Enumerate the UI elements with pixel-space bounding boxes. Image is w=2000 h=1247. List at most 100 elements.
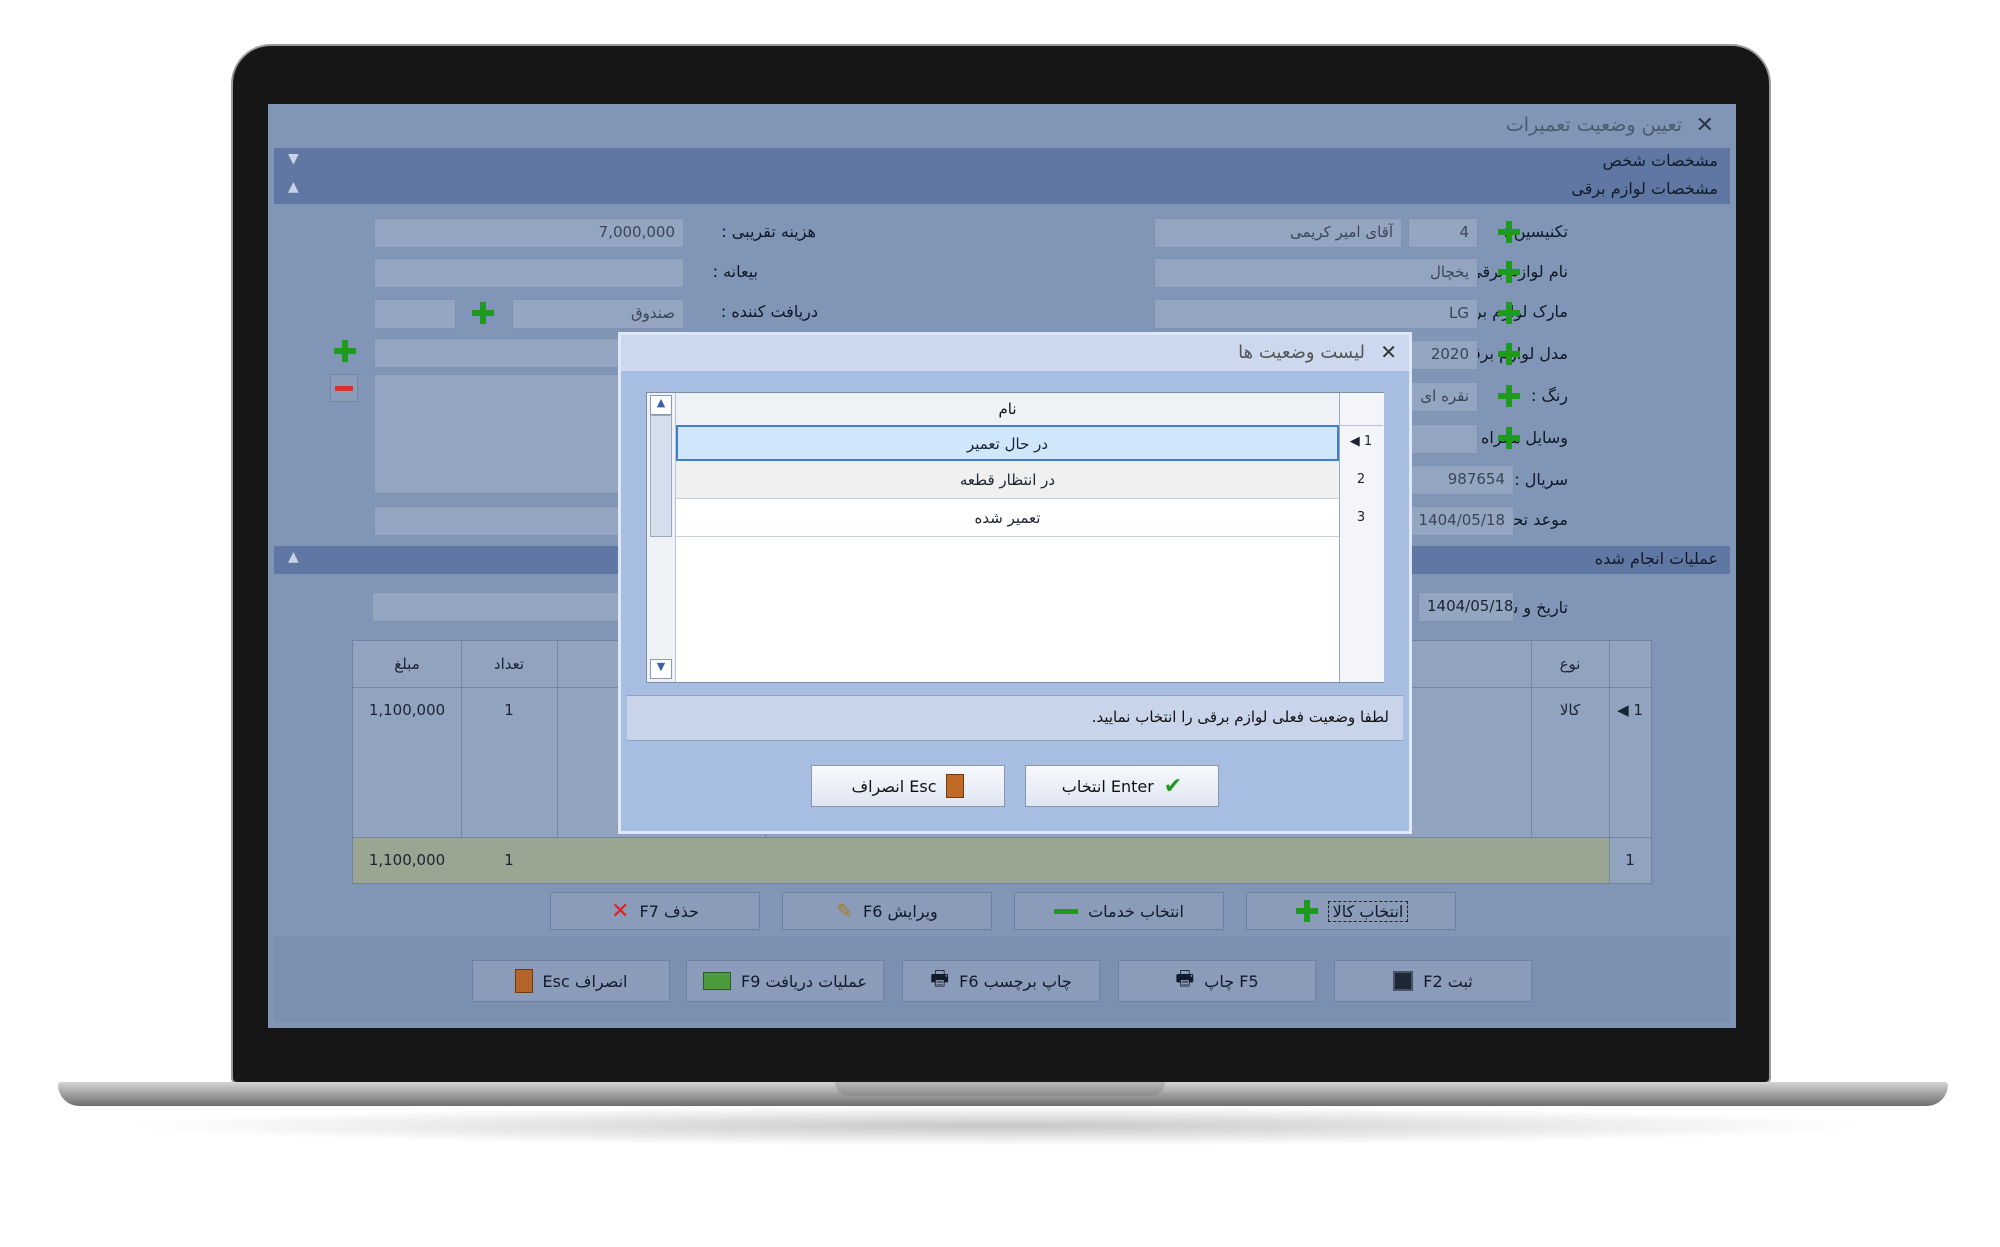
select-goods-button[interactable]: انتخاب کالا — [1246, 892, 1456, 930]
col-amount-header[interactable]: مبلغ — [353, 655, 461, 673]
edit-button[interactable]: ویرایش F6 ✎ — [782, 892, 992, 930]
dialog-titlebar: ✕ لیست وضعیت ها — [621, 335, 1409, 371]
status-row[interactable]: در انتظار قطعه — [676, 461, 1339, 499]
status-row[interactable]: تعمیر شده — [676, 499, 1339, 537]
deposit-field[interactable] — [374, 258, 684, 288]
col-qty-header[interactable]: تعداد — [461, 655, 557, 673]
pencil-icon: ✎ — [836, 899, 853, 923]
chevron-down-icon[interactable]: ▼ — [288, 151, 299, 167]
section-appliance[interactable]: مشخصات لوازم برقی ▲ — [274, 176, 1730, 204]
row-index: 2 — [1356, 472, 1366, 487]
row-index-value: 1 — [1633, 701, 1643, 719]
window-title: تعیین وضعیت تعمیرات — [1505, 114, 1682, 136]
dialog-cancel-button[interactable]: انصراف Esc — [811, 765, 1005, 807]
color-label: رنگ : — [1531, 386, 1568, 405]
scroll-thumb[interactable] — [650, 415, 672, 537]
deposit-label: بیعانه : — [712, 262, 758, 281]
dialog-cancel-label: انصراف Esc — [851, 776, 937, 796]
register-datetime-field[interactable]: 1404/05/18 — [1418, 592, 1514, 622]
grid-col-divider — [1609, 641, 1610, 883]
print-label-label: چاپ برچسب F6 — [959, 971, 1072, 991]
checkmark-icon: ✔ — [1163, 773, 1183, 799]
floppy-icon — [1393, 971, 1414, 991]
footer-index: 1 — [1625, 851, 1635, 869]
indicator-divider — [1339, 425, 1383, 426]
scroll-down-icon[interactable]: ▼ — [650, 659, 672, 679]
row-index: ◀ 1 — [1617, 701, 1643, 719]
dialog-select-button[interactable]: انتخاب Enter ✔ — [1025, 765, 1219, 807]
dialog-message: لطفا وضعیت فعلی لوازم برقی را انتخاب نما… — [1091, 708, 1389, 726]
add-color-icon[interactable] — [1496, 383, 1522, 409]
estimated-cost-field[interactable]: 7,000,000 — [374, 218, 684, 248]
row-index: 3 — [1356, 510, 1366, 525]
add-appliance-name-icon[interactable] — [1496, 259, 1522, 285]
add-accessory-icon[interactable] — [1496, 425, 1522, 451]
printer-icon: 🖶 — [930, 966, 950, 990]
table-footer: 1,100,000 1 — [353, 838, 1609, 883]
plus-icon — [1294, 899, 1318, 923]
status-row-selected[interactable]: در حال تعمیر — [676, 425, 1339, 461]
scrollbar[interactable]: ▲ ▼ — [647, 393, 676, 682]
laptop-notch — [835, 1082, 1165, 1096]
receive-ops-label: عملیات دریافت F9 — [741, 971, 867, 991]
serial-label: سریال : — [1514, 470, 1568, 489]
add-brand-icon[interactable] — [1496, 300, 1522, 326]
section-person-label: مشخصات شخص — [1602, 151, 1718, 170]
cancel-label: انصراف Esc — [542, 971, 628, 991]
status-name: تعمیر شده — [974, 509, 1041, 527]
door-exit-icon — [514, 969, 533, 993]
row-index: ◀ 1 — [1349, 434, 1373, 449]
technician-name-field[interactable]: آقای امیر کریمی — [1154, 218, 1402, 248]
laptop-shadow — [120, 1106, 1880, 1146]
cancel-button[interactable]: انصراف Esc — [472, 960, 670, 1002]
dialog-message-bar: لطفا وضعیت فعلی لوازم برقی را انتخاب نما… — [627, 695, 1403, 741]
close-icon[interactable]: ✕ — [1696, 113, 1714, 138]
receive-ops-button[interactable]: عملیات دریافت F9 — [686, 960, 884, 1002]
minus-icon — [1054, 908, 1079, 914]
status-name: در انتظار قطعه — [959, 471, 1056, 489]
status-list-dialog: ✕ لیست وضعیت ها ▲ ▼ نام در حال تعمیر ◀ 1 — [618, 332, 1412, 834]
select-services-label: انتخاب خدمات — [1088, 901, 1184, 921]
chevron-up-icon[interactable]: ▲ — [288, 549, 299, 565]
status-name: در حال تعمیر — [966, 435, 1049, 453]
section-appliance-label: مشخصات لوازم برقی — [1571, 179, 1718, 198]
col-type-header[interactable]: نوع — [1531, 655, 1609, 673]
receiver-code-field[interactable] — [374, 299, 456, 329]
save-button[interactable]: ثبت F2 — [1334, 960, 1532, 1002]
technician-code-field[interactable]: 4 — [1408, 218, 1478, 248]
row-amount: 1,100,000 — [368, 701, 446, 719]
dialog-close-icon[interactable]: ✕ — [1380, 340, 1397, 364]
door-exit-icon — [946, 774, 965, 798]
grid-header: نام — [676, 393, 1339, 426]
status-grid[interactable]: ▲ ▼ نام در حال تعمیر ◀ 1 در انتظار قطعه — [646, 392, 1384, 683]
add-technician-icon[interactable] — [1496, 219, 1522, 245]
print-label-button[interactable]: چاپ برچسب F6 🖶 — [902, 960, 1100, 1002]
cash-icon — [703, 972, 732, 990]
dialog-select-label: انتخاب Enter — [1061, 776, 1154, 796]
edit-label: ویرایش F6 — [863, 901, 938, 921]
appliance-name-field[interactable]: یخچال — [1154, 258, 1478, 288]
row-index-value: 1 — [1363, 434, 1373, 449]
print-button[interactable]: F5 چاپ 🖶 — [1118, 960, 1316, 1002]
delete-x-icon: ✕ — [611, 898, 630, 924]
delete-label: حذف F7 — [639, 901, 699, 921]
appliance-brand-field[interactable]: LG — [1154, 299, 1478, 329]
section-operations-label: عملیات انجام شده — [1594, 549, 1718, 568]
col-name-header[interactable]: نام — [676, 400, 1339, 418]
remove-problem-icon[interactable] — [330, 374, 358, 402]
save-label: ثبت F2 — [1423, 971, 1473, 991]
add-model-icon[interactable] — [1496, 341, 1522, 367]
scroll-up-icon[interactable]: ▲ — [650, 395, 672, 415]
row-type: کالا — [1559, 701, 1581, 719]
receiver-label: دریافت کننده : — [720, 302, 818, 321]
footer-qty: 1 — [504, 851, 514, 869]
add-problem-icon[interactable] — [332, 338, 358, 364]
section-person[interactable]: مشخصات شخص ▼ — [274, 148, 1730, 176]
add-receiver-icon[interactable] — [470, 300, 496, 326]
delete-button[interactable]: حذف F7 ✕ — [550, 892, 760, 930]
dialog-title: لیست وضعیت ها — [1238, 342, 1365, 363]
select-services-button[interactable]: انتخاب خدمات — [1014, 892, 1224, 930]
estimated-cost-label: هزینه تقریبی : — [721, 222, 816, 241]
receiver-select[interactable]: صندوق — [512, 299, 684, 329]
chevron-up-icon[interactable]: ▲ — [288, 179, 299, 195]
